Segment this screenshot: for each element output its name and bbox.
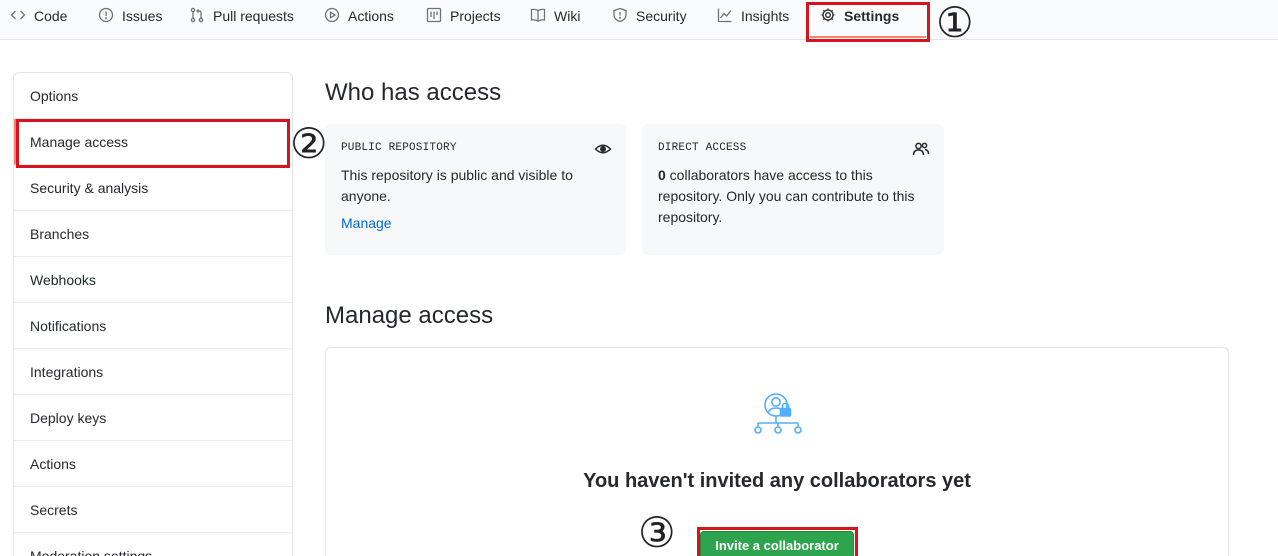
direct-access-title: DIRECT ACCESS — [658, 142, 747, 154]
direct-access-description: collaborators have access to this reposi… — [658, 167, 915, 225]
code-icon — [10, 7, 34, 26]
book-icon — [530, 7, 554, 26]
public-repository-card: PUBLIC REPOSITORY This repository is pub… — [325, 124, 626, 255]
tab-label: Code — [34, 8, 68, 24]
sidebar-item-security-analysis[interactable]: Security & analysis — [14, 165, 292, 211]
sidebar-item-notifications[interactable]: Notifications — [14, 303, 292, 349]
tab-label: Wiki — [554, 8, 581, 24]
tab-label: Settings — [844, 8, 900, 24]
repo-nav: Code Issues Pull requests Actions Projec… — [0, 0, 1278, 40]
active-tab-underline — [810, 36, 926, 38]
pull-request-icon — [189, 7, 213, 26]
no-collaborators-message: You haven't invited any collaborators ye… — [583, 470, 971, 492]
invite-collaborator-button[interactable]: Invite a collaborator — [700, 531, 854, 556]
public-repository-title: PUBLIC REPOSITORY — [341, 142, 457, 154]
project-icon — [426, 7, 450, 26]
sidebar-item-options[interactable]: Options — [14, 73, 292, 119]
tab-projects[interactable]: Projects — [426, 0, 501, 32]
public-repository-text: This repository is public and visible to… — [341, 167, 573, 204]
gear-icon — [820, 7, 844, 26]
annotation-number-2: ② — [290, 119, 328, 168]
sidebar-item-manage-access[interactable]: Manage access — [14, 119, 292, 165]
tab-label: Security — [636, 8, 687, 24]
tab-issues[interactable]: Issues — [98, 0, 162, 32]
tab-pull-requests[interactable]: Pull requests — [189, 0, 294, 32]
sidebar-item-webhooks[interactable]: Webhooks — [14, 257, 292, 303]
shield-icon — [612, 7, 636, 26]
collaborators-lock-icon — [752, 391, 804, 443]
issue-icon — [98, 7, 122, 26]
tab-settings[interactable]: Settings — [820, 0, 899, 32]
collaborators-panel: You haven't invited any collaborators ye… — [325, 347, 1229, 556]
tab-label: Issues — [122, 8, 163, 24]
manage-access-heading: Manage access — [325, 302, 494, 329]
tab-label: Projects — [450, 8, 501, 24]
tab-label: Pull requests — [213, 8, 294, 24]
sidebar-item-moderation-settings[interactable]: Moderation settings — [14, 533, 292, 556]
sidebar-item-secrets[interactable]: Secrets — [14, 487, 292, 533]
manage-visibility-link[interactable]: Manage — [341, 215, 392, 231]
play-icon — [324, 7, 348, 26]
graph-icon — [717, 7, 741, 26]
tab-insights[interactable]: Insights — [717, 0, 789, 32]
sidebar-item-integrations[interactable]: Integrations — [14, 349, 292, 395]
tab-label: Actions — [348, 8, 394, 24]
sidebar-item-deploy-keys[interactable]: Deploy keys — [14, 395, 292, 441]
settings-sidebar: Options Manage access Security & analysi… — [13, 72, 293, 556]
sidebar-item-actions[interactable]: Actions — [14, 441, 292, 487]
sidebar-item-branches[interactable]: Branches — [14, 211, 292, 257]
tab-actions[interactable]: Actions — [324, 0, 394, 32]
eye-icon — [594, 140, 612, 158]
tab-code[interactable]: Code — [10, 0, 67, 32]
tab-label: Insights — [741, 8, 790, 24]
direct-access-card: DIRECT ACCESS 0 collaborators have acces… — [642, 124, 944, 255]
tab-wiki[interactable]: Wiki — [530, 0, 580, 32]
tab-security[interactable]: Security — [612, 0, 687, 32]
who-has-access-heading: Who has access — [325, 79, 502, 106]
collaborator-count: 0 — [658, 167, 666, 183]
direct-access-text: 0 collaborators have access to this repo… — [658, 165, 928, 228]
people-icon — [912, 140, 930, 158]
